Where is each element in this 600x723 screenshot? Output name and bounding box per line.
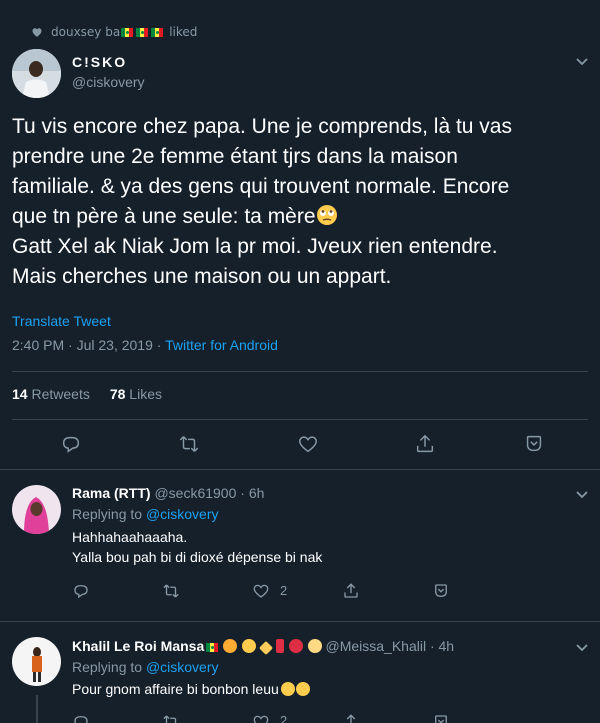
reply-icon [74,716,88,723]
retweet-icon [163,715,177,723]
chevron-down-icon[interactable] [575,643,589,653]
divider [12,371,588,372]
like-button[interactable] [297,433,319,455]
heart-icon [253,715,269,723]
sparkles-icon [258,640,273,656]
senegal-flag-icon [136,27,149,37]
avatar[interactable] [12,485,61,534]
balloon-icon [288,639,303,653]
share-button[interactable] [342,582,360,600]
reply-text: Hahhahaahaaaha. Yalla bou pah bi di diox… [72,529,323,565]
retweet-button[interactable] [162,713,180,723]
chevron-down-icon[interactable] [575,490,589,500]
retweet-button[interactable] [178,433,200,455]
tweet-timestamp[interactable]: 2:40 PM · Jul 23, 2019 [12,337,153,353]
reply-button[interactable] [72,582,90,600]
likes-stat[interactable]: 78 Likes [110,386,162,402]
share-icon [344,583,358,598]
profile-photo [12,485,61,534]
medal-icon [307,639,322,653]
author-handle[interactable]: @ciskovery [72,74,145,90]
divider [0,469,600,470]
like-count: 2 [280,583,288,598]
social-context: douxsey ba liked [32,25,198,39]
chevron-down-icon[interactable] [575,57,589,67]
tweet-stats: 14 Retweets 78 Likes [12,386,162,402]
bookmark-icon [435,584,447,597]
avatar[interactable] [12,637,61,686]
tears-of-joy-icon [280,682,295,696]
retweet-button[interactable] [162,582,180,600]
sun-icon [223,639,238,653]
retweet-icon [163,584,179,598]
reply-icon [74,585,88,599]
context-user[interactable]: douxsey ba [51,25,164,39]
reply-author[interactable]: Rama (RTT) @seck61900 · 6h [72,485,264,501]
divider [12,419,588,420]
like-button[interactable] [252,582,270,600]
like-button[interactable] [252,713,270,723]
senegal-flag-icon [206,642,219,652]
profile-photo [12,49,61,98]
share-button[interactable] [342,713,360,723]
heart-icon [253,584,269,598]
translate-tweet-link[interactable]: Translate Tweet [12,313,111,329]
replying-to: Replying to @ciskovery [72,659,219,675]
thread-line [36,695,38,723]
lipstick-icon [275,639,284,653]
tears-of-joy-icon [295,682,310,696]
replying-to-link[interactable]: @ciskovery [146,659,219,675]
profile-photo [12,637,61,686]
bookmark-button[interactable] [432,713,450,723]
reply-icon [62,436,80,453]
bookmark-button[interactable] [523,433,545,455]
tweet-text: Tu vis encore chez papa. Une je comprend… [12,115,512,288]
reply-author[interactable]: Khalil Le Roi Mansa @Meissa_Khalil · 4h [72,638,454,656]
share-button[interactable] [414,433,436,455]
author-name[interactable]: C!SKO [72,54,127,70]
tweet-meta: 2:40 PM · Jul 23, 2019 · Twitter for And… [12,337,278,353]
bookmark-icon [526,435,542,452]
retweets-stat[interactable]: 14 Retweets [12,386,90,402]
senegal-flag-icon [151,27,164,37]
heart-icon [32,28,42,37]
context-action: liked [169,25,198,39]
reply-text: Pour gnom affaire bi bonbon leuu [72,679,310,699]
retweet-icon [179,436,199,452]
reply-button[interactable] [72,713,90,723]
share-icon [416,434,434,453]
heart-icon [299,436,317,453]
bookmark-button[interactable] [432,582,450,600]
tweet-source[interactable]: Twitter for Android [165,337,278,353]
replying-to: Replying to @ciskovery [72,506,219,522]
bookmark-icon [435,715,447,723]
like-count: 2 [280,713,288,723]
avatar[interactable] [12,49,61,98]
replying-to-link[interactable]: @ciskovery [146,506,219,522]
senegal-flag-icon [121,27,134,37]
reply-button[interactable] [60,433,82,455]
face-with-rolling-eyes-icon [316,205,337,225]
share-icon [346,714,356,723]
relieved-face-icon [242,639,257,653]
divider [0,621,600,622]
